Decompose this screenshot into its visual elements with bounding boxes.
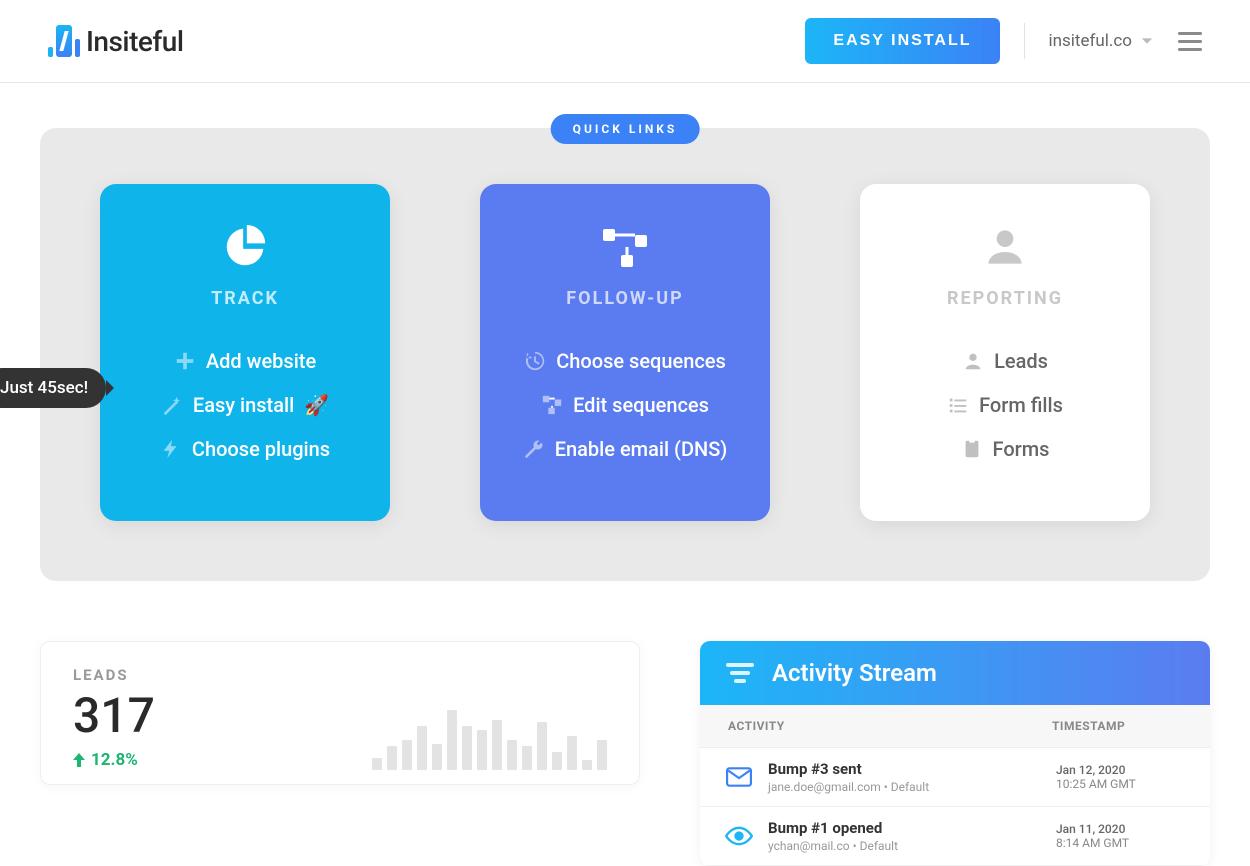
brand-name: Insiteful — [86, 25, 183, 58]
logo-mark — [48, 25, 80, 57]
envelope-icon — [724, 766, 754, 788]
activity-row-sub: ychan@mail.co • Default — [768, 839, 1056, 853]
flow-small-icon — [541, 394, 563, 416]
plus-icon — [174, 350, 196, 372]
col-activity: ACTIVITY — [728, 719, 785, 733]
quick-links-panel: Just 45sec! TRACK Add website Easy insta… — [40, 128, 1210, 581]
leads-sparkline — [372, 706, 607, 770]
quick-links-badge: QUICK LINKS — [551, 114, 700, 144]
leads-change: 12.8% — [73, 750, 155, 770]
filter-icon[interactable] — [726, 663, 754, 683]
checklist-icon — [947, 394, 969, 416]
app-header: Insiteful EASY INSTALL insiteful.co — [0, 0, 1250, 83]
col-timestamp: TIMESTAMP — [1052, 719, 1182, 733]
card-reporting: REPORTING Leads Form fills Forms — [860, 184, 1150, 521]
link-add-website[interactable]: Add website — [120, 339, 370, 383]
activity-columns: ACTIVITY TIMESTAMP — [700, 705, 1210, 748]
activity-row-time: Jan 12, 202010:25 AM GMT — [1056, 763, 1186, 791]
activity-title: Activity Stream — [772, 659, 937, 687]
header-actions: EASY INSTALL insiteful.co — [805, 18, 1202, 64]
link-edit-sequences[interactable]: Edit sequences — [500, 383, 750, 427]
user-large-icon — [880, 224, 1130, 270]
leads-count: 317 — [73, 692, 155, 740]
user-icon — [962, 350, 984, 372]
leads-card: LEADS 317 12.8% — [40, 641, 640, 785]
activity-row[interactable]: Bump #1 opened ychan@mail.co • DefaultJan… — [700, 807, 1210, 866]
easy-install-button[interactable]: EASY INSTALL — [805, 18, 999, 64]
activity-card: Activity Stream ACTIVITY TIMESTAMP Bump … — [700, 641, 1210, 866]
flow-icon — [500, 224, 750, 270]
card-track: Just 45sec! TRACK Add website Easy insta… — [100, 184, 390, 521]
link-form-fills[interactable]: Form fills — [880, 383, 1130, 427]
bolt-icon — [160, 438, 182, 460]
link-enable-email[interactable]: Enable email (DNS) — [500, 427, 750, 471]
history-icon — [524, 350, 546, 372]
activity-row-title: Bump #3 sent — [768, 760, 1056, 778]
card-title: FOLLOW-UP — [500, 288, 750, 309]
arrow-up-icon — [73, 753, 85, 767]
wand-icon — [161, 394, 183, 416]
activity-header: Activity Stream — [700, 641, 1210, 705]
link-choose-plugins[interactable]: Choose plugins — [120, 427, 370, 471]
brand-logo[interactable]: Insiteful — [48, 25, 183, 58]
activity-row-time: Jan 11, 20208:14 AM GMT — [1056, 822, 1186, 850]
card-title: TRACK — [120, 288, 370, 309]
activity-row[interactable]: Bump #3 sent jane.doe@gmail.com • Default… — [700, 748, 1210, 807]
divider — [1024, 23, 1025, 59]
wrench-icon — [523, 438, 545, 460]
clipboard-icon — [961, 438, 983, 460]
link-easy-install[interactable]: Easy install 🚀 — [120, 383, 370, 427]
menu-button[interactable] — [1178, 32, 1202, 51]
link-choose-sequences[interactable]: Choose sequences — [500, 339, 750, 383]
card-title: REPORTING — [880, 288, 1130, 309]
site-selector[interactable]: insiteful.co — [1049, 31, 1155, 51]
card-follow-up: FOLLOW-UP Choose sequences Edit sequence… — [480, 184, 770, 521]
activity-row-sub: jane.doe@gmail.com • Default — [768, 780, 1056, 794]
site-label: insiteful.co — [1049, 31, 1133, 51]
link-leads[interactable]: Leads — [880, 339, 1130, 383]
quick-links-section: QUICK LINKS Just 45sec! TRACK Add websit… — [40, 128, 1210, 581]
leads-label: LEADS — [73, 666, 607, 684]
activity-row-title: Bump #1 opened — [768, 819, 1056, 837]
link-forms[interactable]: Forms — [880, 427, 1130, 471]
eye-icon — [724, 825, 754, 847]
tooltip-easy-install: Just 45sec! — [0, 368, 106, 408]
pie-chart-icon — [120, 224, 370, 270]
rocket-icon: 🚀 — [304, 393, 329, 417]
chevron-down-icon — [1140, 34, 1154, 48]
